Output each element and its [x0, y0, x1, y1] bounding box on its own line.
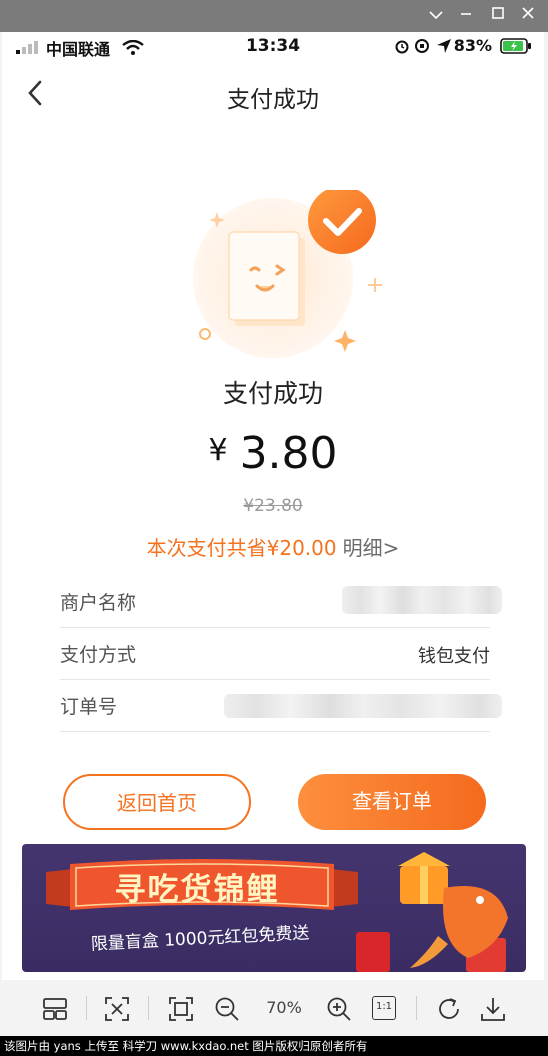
- merchant-name-blurred: [342, 586, 502, 614]
- window-title-bar: [0, 0, 548, 32]
- fullscreen-icon[interactable]: [168, 996, 194, 1022]
- rotation-lock-icon: [415, 39, 429, 53]
- layout-icon[interactable]: [42, 996, 68, 1022]
- row-label: 订单号: [60, 696, 118, 718]
- row-value: 钱包支付: [418, 646, 490, 667]
- savings-text: 本次支付共省¥20.00: [146, 536, 337, 560]
- detail-row-payment-method: 支付方式 钱包支付: [60, 628, 490, 680]
- actual-size-button[interactable]: 1:1: [372, 996, 396, 1020]
- view-order-button[interactable]: 查看订单: [298, 774, 486, 830]
- battery-percent: 83%: [453, 36, 492, 55]
- toolbar-divider: [86, 996, 87, 1020]
- fit-window-icon[interactable]: [104, 996, 130, 1022]
- order-number-blurred: [224, 694, 502, 718]
- status-bar: 中国联通 13:34 83%: [2, 32, 544, 60]
- download-icon[interactable]: [480, 996, 506, 1022]
- minimize-icon[interactable]: [456, 6, 476, 26]
- phone-screen: 中国联通 13:34 83% 支付成功 支付成功 ¥ 3.80 ¥23.80 本…: [2, 32, 544, 980]
- promo-banner[interactable]: 寻吃货锦鲤 限量盲盒 1000元红包免费送: [22, 844, 526, 972]
- viewer-toolbar: 70% 1:1: [0, 980, 548, 1036]
- close-icon[interactable]: [518, 6, 538, 26]
- actual-size-label: 1:1: [375, 1001, 393, 1012]
- maximize-icon[interactable]: [488, 6, 508, 26]
- koi-fish-gift-illustration: [356, 852, 508, 972]
- row-label: 商户名称: [60, 592, 137, 614]
- toolbar-divider: [148, 996, 149, 1020]
- detail-row-order-number: 订单号: [60, 680, 502, 732]
- rotate-icon[interactable]: [436, 996, 462, 1022]
- amount-value: 3.80: [239, 428, 338, 479]
- row-label: 支付方式: [60, 644, 137, 666]
- alarm-icon: [395, 40, 409, 54]
- zoom-in-icon[interactable]: [326, 996, 352, 1022]
- back-home-button[interactable]: 返回首页: [63, 774, 251, 830]
- paid-amount: ¥3.80: [2, 428, 544, 479]
- banner-subtitle: 限量盲盒 1000元红包免费送: [90, 923, 310, 955]
- banner-title: 寻吃货锦鲤: [114, 872, 280, 908]
- chevron-down-icon[interactable]: [426, 6, 446, 26]
- detail-row-merchant: 商户名称: [60, 576, 502, 628]
- savings-detail-link[interactable]: 明细>: [343, 536, 400, 560]
- watermark-footer: 该图片由 yans 上传至 科学刀 www.kxdao.net 图片版权归原创者…: [0, 1036, 548, 1056]
- page-title: 支付成功: [227, 87, 319, 113]
- zoom-level: 70%: [266, 998, 302, 1017]
- savings-summary: 本次支付共省¥20.00 明细>: [2, 532, 544, 561]
- battery-icon: [500, 38, 531, 54]
- toolbar-divider: [416, 996, 417, 1020]
- currency-symbol: ¥: [208, 433, 228, 468]
- zoom-out-icon[interactable]: [214, 996, 240, 1022]
- success-title: 支付成功: [222, 379, 323, 408]
- payment-success-illustration: [193, 190, 382, 358]
- location-icon: [437, 39, 451, 53]
- image-viewer-window: 中国联通 13:34 83% 支付成功 支付成功 ¥ 3.80 ¥23.80 本…: [0, 0, 548, 1056]
- original-price: ¥23.80: [243, 496, 303, 516]
- navigation-bar: 支付成功: [2, 60, 544, 126]
